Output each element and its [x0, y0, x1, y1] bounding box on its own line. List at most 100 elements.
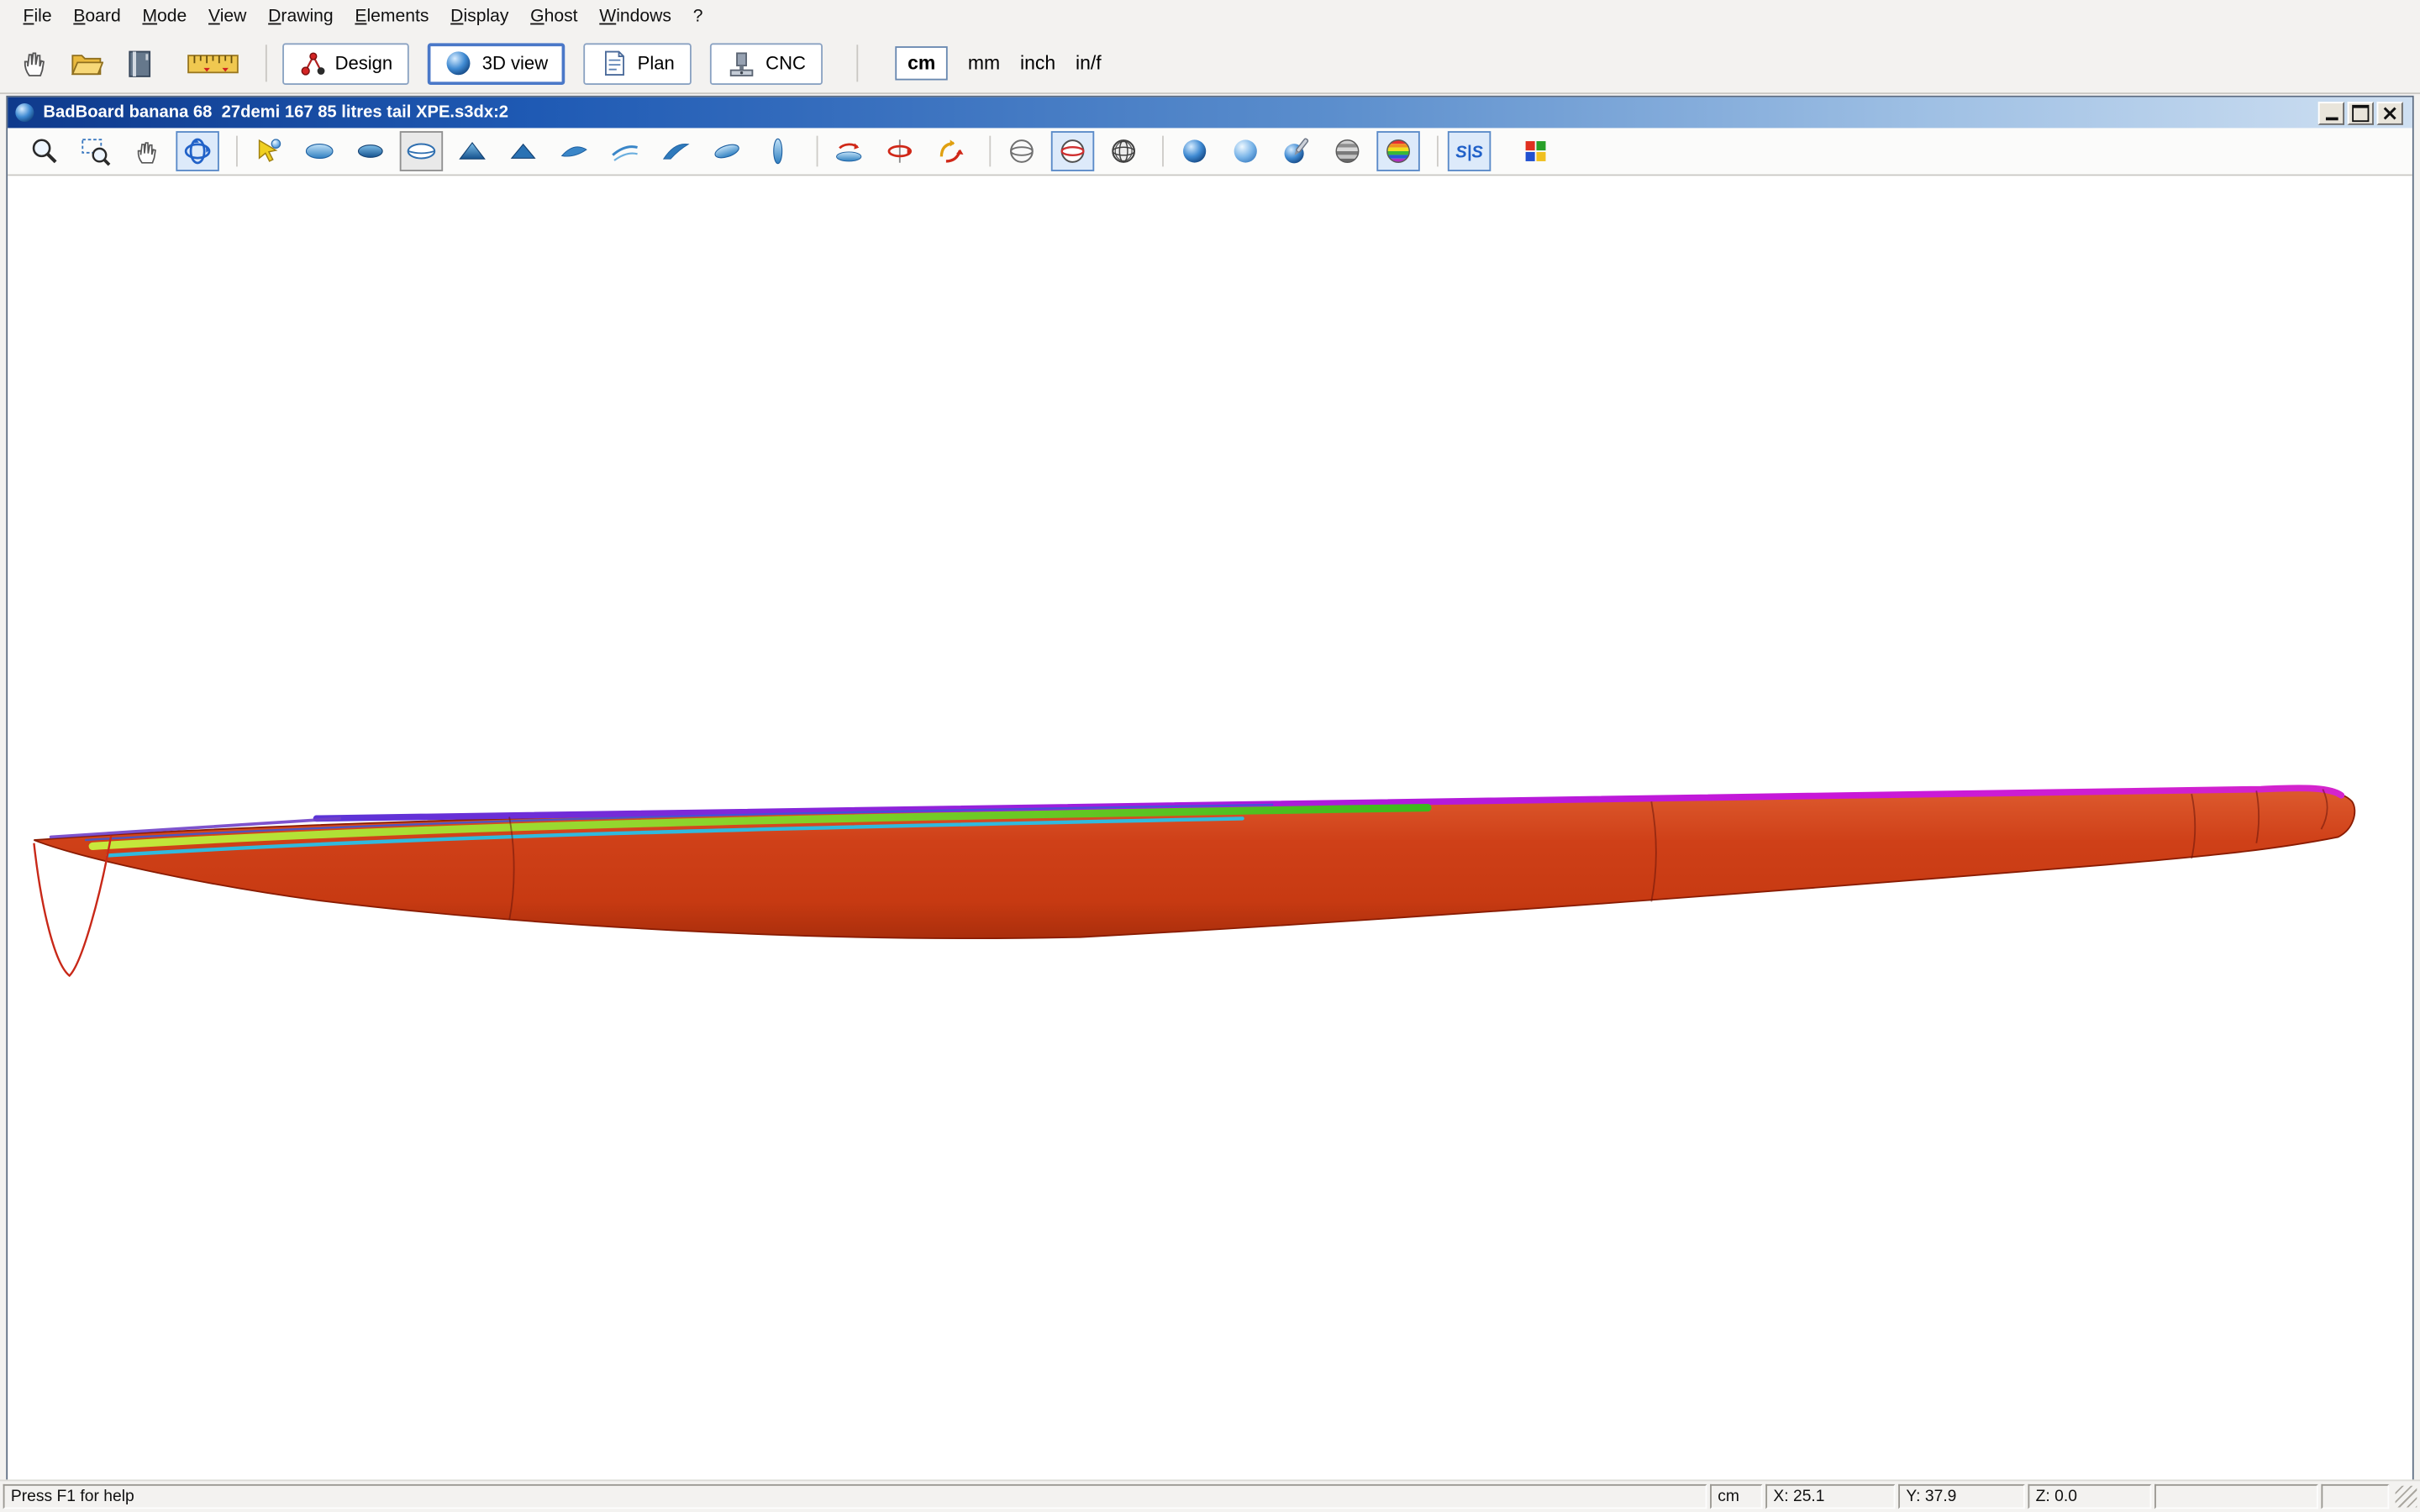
save-button[interactable]: [118, 42, 160, 85]
rainbow-sphere-button[interactable]: [1376, 131, 1419, 171]
maximize-icon: [2352, 104, 2369, 121]
menu-view[interactable]: View: [197, 5, 257, 29]
view-front-triangle-button[interactable]: [450, 131, 493, 171]
menu-windows[interactable]: Windows: [588, 5, 681, 29]
rotate-3d-button[interactable]: [176, 131, 218, 171]
menu-display[interactable]: Display: [439, 5, 519, 29]
design-molecule-icon: [299, 50, 325, 76]
close-icon: [2383, 106, 2397, 120]
wireframe-sphere-red-button[interactable]: [1051, 131, 1094, 171]
pick-point-button[interactable]: [247, 131, 290, 171]
view-profile-button[interactable]: [400, 131, 443, 171]
status-empty-panel: [2154, 1484, 2318, 1509]
cnc-mode-button[interactable]: CNC: [710, 43, 823, 85]
view-cross-section-button[interactable]: [756, 131, 799, 171]
flip-view-icon: [834, 136, 865, 167]
wireframe-sphere-icon: [1007, 136, 1038, 167]
view-curves-button[interactable]: [603, 131, 646, 171]
zoom-button[interactable]: [24, 131, 66, 171]
mesh-sphere-button[interactable]: [1102, 131, 1144, 171]
unit-inf[interactable]: in/f: [1076, 52, 1102, 74]
board-canvas[interactable]: [8, 176, 2412, 1481]
application-window: File Board Mode View Drawing Elements Di…: [0, 0, 2420, 1512]
view-slice-button[interactable]: [553, 131, 596, 171]
swoosh-icon: [660, 136, 692, 167]
rotate-3d-icon: [182, 136, 213, 167]
striped-sphere-button[interactable]: [1326, 131, 1369, 171]
toolbar-separator: [989, 136, 991, 167]
slice-curves-icon: [610, 136, 641, 167]
window-controls: [2318, 101, 2403, 124]
wireframe-sphere-button[interactable]: [1000, 131, 1043, 171]
plan-mode-button[interactable]: Plan: [583, 43, 692, 85]
resize-grip[interactable]: [2396, 1486, 2417, 1508]
pick-point-icon: [253, 136, 284, 167]
rotate-axis-icon: [884, 136, 915, 167]
slice-lens-icon: [559, 136, 590, 167]
board-outline-small-icon: [355, 136, 386, 167]
3d-view-mode-button[interactable]: 3D view: [428, 43, 565, 85]
measure-button[interactable]: [185, 42, 240, 85]
zoom-icon: [29, 136, 60, 167]
view-tilted-outline-button[interactable]: [705, 131, 748, 171]
menu-file[interactable]: File: [13, 5, 63, 29]
zoom-window-button[interactable]: [74, 131, 117, 171]
design-mode-label: Design: [335, 52, 393, 74]
menu-elements[interactable]: Elements: [345, 5, 440, 29]
paint-sphere-button[interactable]: [1275, 131, 1318, 171]
main-toolbar: Design 3D view Plan: [0, 34, 2420, 94]
view-outline-button[interactable]: [297, 131, 340, 171]
toolbar-separator: [817, 136, 818, 167]
unit-selector: cm mm inch in/f: [895, 46, 1101, 80]
open-folder-icon: [70, 46, 103, 80]
pan-hand-icon: [131, 136, 162, 167]
triangle-view-dark-icon: [508, 136, 539, 167]
paint-sphere-icon: [1281, 136, 1312, 167]
flip-view-button[interactable]: [827, 131, 870, 171]
solid-sphere-icon: [1179, 136, 1210, 167]
minimize-button[interactable]: [2318, 101, 2344, 124]
shaded-sphere-button[interactable]: [1224, 131, 1267, 171]
unit-cm[interactable]: cm: [895, 46, 948, 80]
color-grid-icon: [1522, 137, 1549, 165]
color-grid-button[interactable]: [1514, 131, 1557, 171]
menu-help[interactable]: ?: [682, 5, 713, 29]
maximize-button[interactable]: [2348, 101, 2374, 124]
design-mode-button[interactable]: Design: [282, 43, 409, 85]
rainbow-sphere-icon: [1383, 136, 1414, 167]
document-window: BadBoard banana 68 27demi 167 85 litres …: [6, 96, 2413, 1483]
unit-inch[interactable]: inch: [1020, 52, 1055, 74]
view-outline-small-button[interactable]: [349, 131, 392, 171]
close-button[interactable]: [2377, 101, 2403, 124]
window-titlebar[interactable]: BadBoard banana 68 27demi 167 85 litres …: [8, 97, 2412, 129]
3d-view-mode-label: 3D view: [482, 52, 548, 74]
view-swoosh-button[interactable]: [655, 131, 697, 171]
notebook-icon: [122, 46, 155, 80]
status-unit: cm: [1710, 1484, 1762, 1509]
tilted-outline-icon: [712, 136, 743, 167]
open-file-button[interactable]: [65, 42, 108, 85]
menu-drawing[interactable]: Drawing: [257, 5, 344, 29]
solid-sphere-button[interactable]: [1173, 131, 1216, 171]
status-z-coordinate: Z: 0.0: [2028, 1484, 2151, 1509]
menu-board[interactable]: Board: [62, 5, 131, 29]
shaded-sphere-icon: [1230, 136, 1261, 167]
rotate-free-button[interactable]: [929, 131, 972, 171]
menu-mode[interactable]: Mode: [132, 5, 198, 29]
plan-mode-label: Plan: [638, 52, 675, 74]
rotate-axis-button[interactable]: [878, 131, 921, 171]
view-back-triangle-button[interactable]: [502, 131, 544, 171]
pan-button[interactable]: [125, 131, 168, 171]
symmetry-icon: S|S: [1454, 136, 1485, 167]
toolbar-separator: [236, 136, 238, 167]
unit-mm[interactable]: mm: [968, 52, 1000, 74]
menu-ghost[interactable]: Ghost: [519, 5, 588, 29]
hand-tool-button[interactable]: [13, 42, 55, 85]
menu-bar: File Board Mode View Drawing Elements Di…: [0, 0, 2420, 34]
symmetry-button[interactable]: S|S: [1448, 131, 1491, 171]
cross-section-icon: [762, 136, 793, 167]
ruler-icon: [187, 46, 239, 80]
cnc-mode-label: CNC: [765, 52, 806, 74]
triangle-view-icon: [457, 136, 488, 167]
zoom-window-icon: [81, 136, 112, 167]
